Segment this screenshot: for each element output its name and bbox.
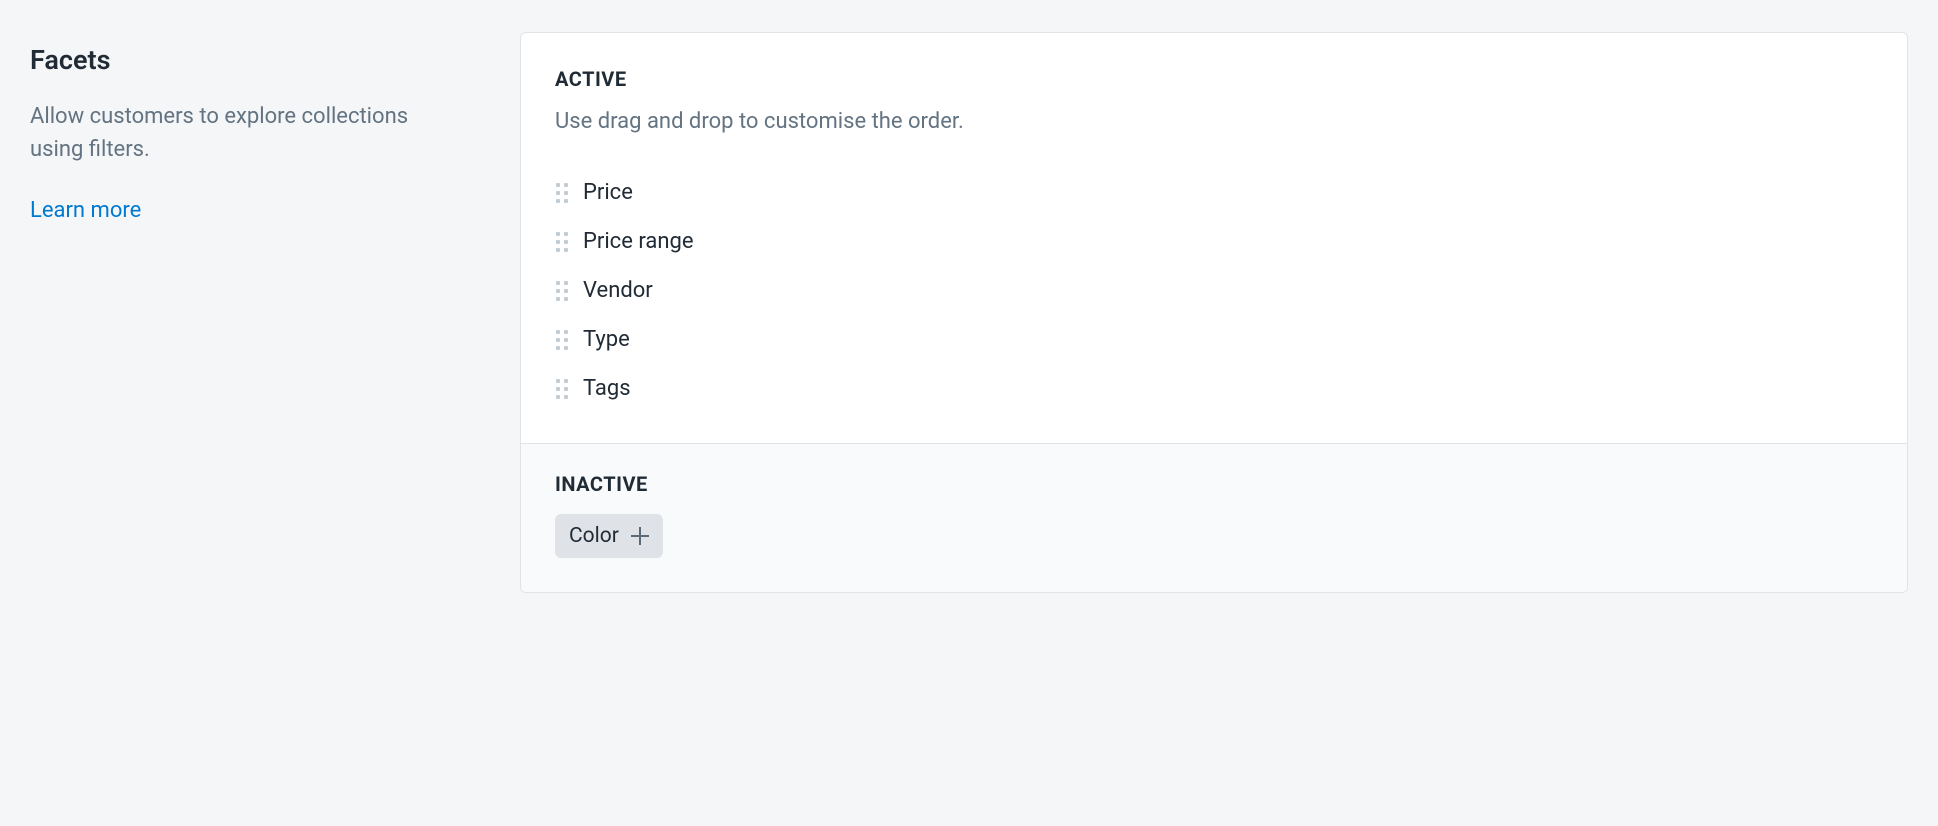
inactive-heading: INACTIVE bbox=[555, 472, 1873, 496]
facet-label: Price range bbox=[583, 229, 693, 254]
inactive-facet-chip[interactable]: Color bbox=[555, 514, 663, 558]
learn-more-link[interactable]: Learn more bbox=[30, 198, 141, 223]
facet-item[interactable]: Price bbox=[555, 168, 1873, 217]
facets-description: Allow customers to explore collections u… bbox=[30, 100, 460, 166]
active-subtext: Use drag and drop to customise the order… bbox=[555, 109, 1873, 134]
facet-item[interactable]: Tags bbox=[555, 364, 1873, 413]
facets-card: ACTIVE Use drag and drop to customise th… bbox=[520, 32, 1908, 593]
facets-title: Facets bbox=[30, 44, 460, 76]
active-heading: ACTIVE bbox=[555, 67, 1873, 91]
active-facet-list: Price Price range Vendor bbox=[555, 168, 1873, 413]
facet-item[interactable]: Vendor bbox=[555, 266, 1873, 315]
facet-label: Type bbox=[583, 327, 630, 352]
facet-label: Vendor bbox=[583, 278, 653, 303]
drag-handle-icon[interactable] bbox=[555, 281, 569, 301]
chip-label: Color bbox=[569, 524, 619, 548]
active-section: ACTIVE Use drag and drop to customise th… bbox=[521, 33, 1907, 443]
facet-item[interactable]: Type bbox=[555, 315, 1873, 364]
drag-handle-icon[interactable] bbox=[555, 330, 569, 350]
facet-label: Price bbox=[583, 180, 633, 205]
plus-icon bbox=[631, 527, 649, 545]
drag-handle-icon[interactable] bbox=[555, 232, 569, 252]
facet-label: Tags bbox=[583, 376, 631, 401]
settings-sidebar: Facets Allow customers to explore collec… bbox=[30, 32, 460, 223]
inactive-chip-row: Color bbox=[555, 514, 1873, 558]
facet-item[interactable]: Price range bbox=[555, 217, 1873, 266]
inactive-section: INACTIVE Color bbox=[521, 443, 1907, 592]
drag-handle-icon[interactable] bbox=[555, 379, 569, 399]
drag-handle-icon[interactable] bbox=[555, 183, 569, 203]
